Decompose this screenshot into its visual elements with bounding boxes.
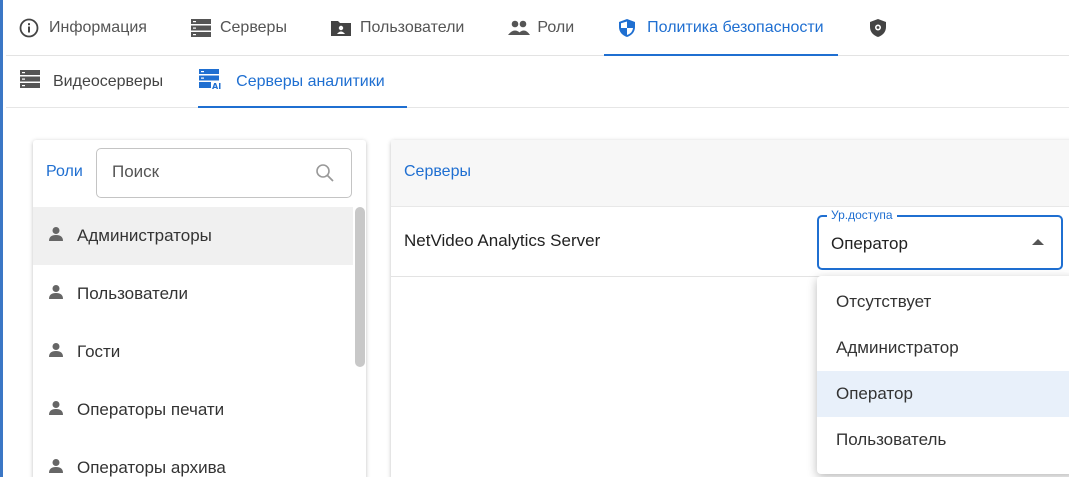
- role-item[interactable]: Гости: [33, 323, 353, 381]
- server-name: NetVideo Analytics Server: [404, 231, 601, 250]
- subtab-analytics-servers[interactable]: AI Серверы аналитики: [185, 56, 407, 108]
- roles-scrollbar[interactable]: [355, 207, 365, 367]
- role-item[interactable]: Пользователи: [33, 265, 353, 323]
- tab-security-policy[interactable]: Политика безопасности: [604, 0, 839, 56]
- svg-text:AI: AI: [212, 82, 221, 90]
- servers-title: Серверы: [391, 140, 1069, 207]
- roles-header: Роли: [33, 140, 366, 207]
- audit-icon: [868, 18, 888, 38]
- tab-info[interactable]: Информация: [6, 0, 147, 55]
- app-frame: Информация Серверы Пользователи Роли Пол…: [0, 0, 1069, 477]
- subtab-video-servers[interactable]: Видеосерверы: [6, 56, 185, 107]
- role-item[interactable]: Операторы архива: [33, 439, 353, 477]
- roles-panel: Роли Администраторы Пользователи Гости О…: [33, 140, 366, 477]
- search-field[interactable]: [96, 148, 352, 198]
- ai-server-icon: AI: [198, 68, 224, 95]
- info-icon: [19, 18, 39, 38]
- person-icon: [48, 400, 64, 421]
- access-level-select[interactable]: Ур.доступа Оператор: [817, 208, 1063, 270]
- person-icon: [48, 342, 64, 363]
- role-label: Администраторы: [77, 226, 212, 245]
- dropdown-option[interactable]: Оператор: [817, 371, 1069, 417]
- tab-roles[interactable]: Роли: [494, 0, 574, 55]
- access-level-label: Ур.доступа: [827, 208, 897, 222]
- tab-roles-label: Роли: [537, 18, 575, 36]
- tab-users[interactable]: Пользователи: [317, 0, 464, 55]
- sub-tab-bar: Видеосерверы AI Серверы аналитики: [6, 56, 1069, 108]
- tab-servers[interactable]: Серверы: [177, 0, 287, 55]
- server-row: NetVideo Analytics Server Ур.доступа Опе…: [391, 207, 1069, 277]
- shield-icon: [617, 18, 637, 38]
- server-icon: [190, 18, 211, 38]
- search-input[interactable]: [112, 162, 292, 182]
- access-level-value: Оператор: [831, 234, 908, 253]
- caret-up-icon[interactable]: [1032, 239, 1044, 245]
- role-label: Гости: [77, 342, 121, 361]
- user-folder-icon: [330, 18, 351, 38]
- dropdown-option[interactable]: Пользователь: [817, 417, 1069, 463]
- role-label: Операторы архива: [77, 458, 226, 477]
- top-tab-bar: Информация Серверы Пользователи Роли Пол…: [6, 0, 1069, 56]
- role-label: Пользователи: [77, 284, 188, 303]
- role-item[interactable]: Операторы печати: [33, 381, 353, 439]
- roles-title: Роли: [46, 163, 83, 180]
- server-icon: [19, 69, 41, 94]
- person-icon: [48, 458, 64, 477]
- tab-overflow[interactable]: [854, 0, 888, 55]
- tab-info-label: Информация: [49, 18, 147, 36]
- access-level-dropdown: Отсутствует Администратор Оператор Польз…: [817, 276, 1069, 474]
- dropdown-option[interactable]: Отсутствует: [817, 279, 1069, 325]
- subtab-analytics-servers-label: Серверы аналитики: [236, 72, 385, 90]
- tab-security-policy-label: Политика безопасности: [647, 18, 824, 36]
- subtab-video-servers-label: Видеосерверы: [53, 72, 164, 90]
- person-icon: [48, 284, 64, 305]
- role-label: Операторы печати: [77, 400, 225, 419]
- dropdown-option[interactable]: Администратор: [817, 325, 1069, 371]
- role-item[interactable]: Администраторы: [33, 207, 353, 265]
- person-icon: [48, 226, 64, 247]
- search-icon[interactable]: [315, 163, 335, 183]
- group-icon: [507, 18, 531, 38]
- tab-users-label: Пользователи: [359, 18, 465, 36]
- tab-servers-label: Серверы: [219, 18, 287, 36]
